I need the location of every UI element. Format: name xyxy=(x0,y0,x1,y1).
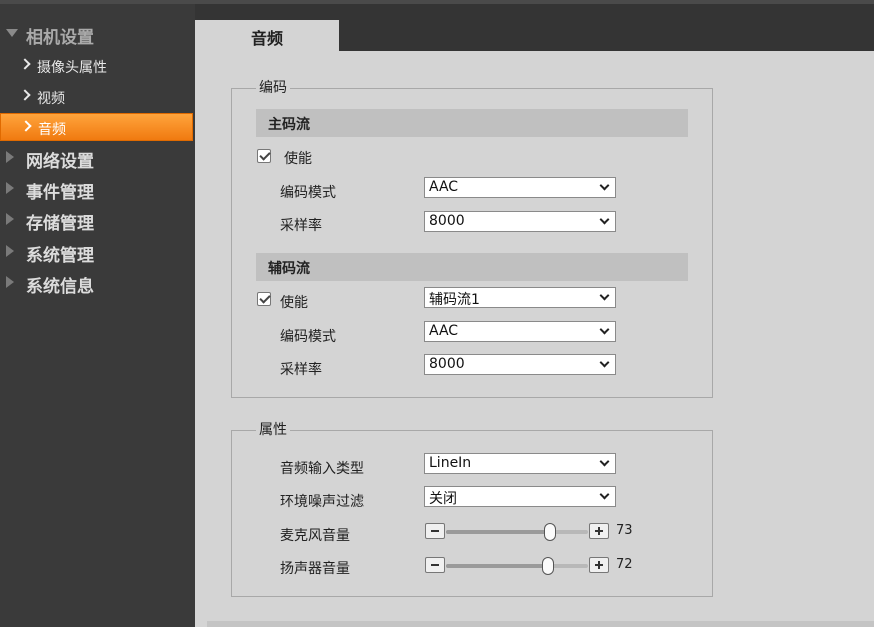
sub-rate-select[interactable]: 8000 xyxy=(424,354,616,375)
encode-legend: 编码 xyxy=(256,80,290,96)
sidebar-group-system[interactable]: 系统管理 xyxy=(0,238,195,266)
chevron-down-icon xyxy=(599,489,610,500)
sub-rate-label: 采样率 xyxy=(280,362,322,378)
chevron-down-icon xyxy=(599,180,610,191)
mic-volume-label: 麦克风音量 xyxy=(280,528,350,544)
triangle-right-icon xyxy=(6,182,14,194)
main-mode-value: AAC xyxy=(429,179,459,195)
triangle-right-icon xyxy=(6,213,14,225)
triangle-down-icon xyxy=(6,29,18,37)
sub-mode-select[interactable]: AAC xyxy=(424,321,616,342)
sidebar-group-storage[interactable]: 存储管理 xyxy=(0,206,195,234)
sidebar-item-camera-props[interactable]: 摄像头属性 xyxy=(0,52,195,80)
triangle-right-icon xyxy=(6,151,14,163)
speaker-volume-thumb[interactable] xyxy=(542,557,555,575)
sidebar-group-label: 存储管理 xyxy=(26,214,94,234)
sidebar-group-label: 事件管理 xyxy=(26,183,94,203)
main-mode-select[interactable]: AAC xyxy=(424,177,616,198)
chevron-down-icon xyxy=(599,456,610,467)
speaker-volume-fill xyxy=(446,564,549,568)
triangle-right-icon xyxy=(6,276,14,288)
input-type-select[interactable]: LineIn xyxy=(424,453,616,474)
sub-stream-title: 辅码流 xyxy=(268,261,310,277)
sidebar-group-label: 网络设置 xyxy=(26,152,94,172)
sub-mode-label: 编码模式 xyxy=(280,329,336,345)
sidebar-item-video[interactable]: 视频 xyxy=(0,83,195,111)
mic-volume-slider[interactable]: 73 xyxy=(424,520,644,544)
sidebar-group-info[interactable]: 系统信息 xyxy=(0,269,195,297)
chevron-right-icon xyxy=(20,120,32,132)
chevron-right-icon xyxy=(19,58,31,70)
sidebar-group-event[interactable]: 事件管理 xyxy=(0,175,195,203)
sub-stream-enable-label: 使能 xyxy=(280,295,308,311)
chevron-down-icon xyxy=(599,324,610,335)
sidebar-group-label: 系统管理 xyxy=(26,246,94,266)
speaker-volume-label: 扬声器音量 xyxy=(280,561,350,577)
sub-stream-value: 辅码流1 xyxy=(429,292,480,308)
sub-mode-value: AAC xyxy=(429,323,459,339)
bottom-bar xyxy=(207,621,874,627)
minus-icon[interactable] xyxy=(425,557,445,573)
chevron-right-icon xyxy=(19,89,31,101)
sidebar-group-camera[interactable]: 相机设置 xyxy=(0,20,195,48)
minus-icon[interactable] xyxy=(425,523,445,539)
main-stream-enable-label: 使能 xyxy=(284,151,312,167)
sidebar-item-label: 音频 xyxy=(38,122,66,138)
sidebar-group-label: 相机设置 xyxy=(26,28,94,48)
chevron-down-icon xyxy=(599,290,610,301)
sub-stream-select[interactable]: 辅码流1 xyxy=(424,287,616,308)
main-stream-header: 主码流 xyxy=(256,109,688,137)
input-type-value: LineIn xyxy=(429,455,472,471)
plus-icon[interactable] xyxy=(589,523,609,539)
main-rate-select[interactable]: 8000 xyxy=(424,211,616,232)
speaker-volume-value: 72 xyxy=(616,557,633,572)
main-rate-label: 采样率 xyxy=(280,218,322,234)
tab-audio[interactable]: 音频 xyxy=(195,20,339,51)
main-rate-value: 8000 xyxy=(429,213,465,229)
mic-volume-fill xyxy=(446,530,550,534)
sub-stream-enable-checkbox[interactable] xyxy=(257,292,271,306)
noise-filter-value: 关闭 xyxy=(429,491,457,507)
tab-label: 音频 xyxy=(250,29,283,48)
speaker-volume-track[interactable] xyxy=(446,557,588,575)
sidebar-item-audio[interactable]: 音频 xyxy=(0,113,193,141)
props-legend: 属性 xyxy=(256,422,290,438)
main-mode-label: 编码模式 xyxy=(280,185,336,201)
triangle-right-icon xyxy=(6,245,14,257)
main-stream-title: 主码流 xyxy=(268,117,310,133)
plus-icon[interactable] xyxy=(589,557,609,573)
mic-volume-track[interactable] xyxy=(446,523,588,541)
sub-rate-value: 8000 xyxy=(429,356,465,372)
main-stream-enable-checkbox[interactable] xyxy=(257,149,271,163)
chevron-down-icon xyxy=(599,214,610,225)
input-type-label: 音频输入类型 xyxy=(280,461,364,477)
chevron-down-icon xyxy=(599,357,610,368)
sidebar-item-label: 视频 xyxy=(37,91,65,107)
noise-filter-label: 环境噪声过滤 xyxy=(280,494,364,510)
mic-volume-value: 73 xyxy=(616,523,633,538)
speaker-volume-slider[interactable]: 72 xyxy=(424,554,644,578)
mic-volume-thumb[interactable] xyxy=(543,523,556,541)
sidebar-item-label: 摄像头属性 xyxy=(37,60,107,76)
noise-filter-select[interactable]: 关闭 xyxy=(424,486,616,507)
sub-stream-header: 辅码流 xyxy=(256,253,688,281)
sidebar-group-network[interactable]: 网络设置 xyxy=(0,144,195,172)
sidebar-group-label: 系统信息 xyxy=(26,277,94,297)
